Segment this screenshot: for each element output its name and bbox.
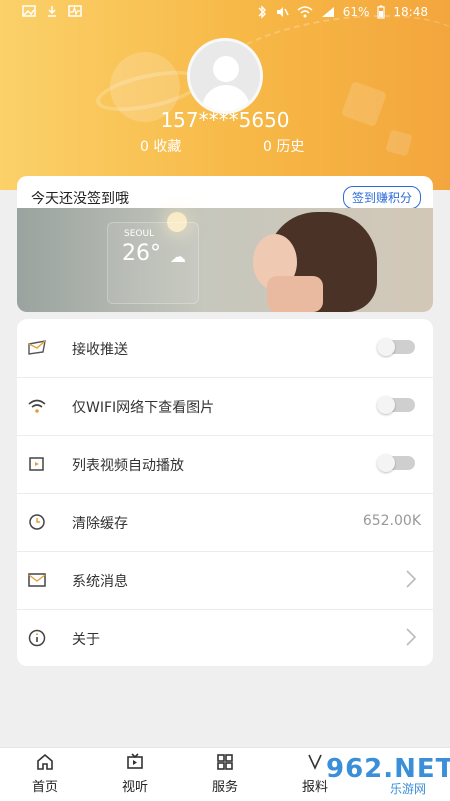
push-toggle[interactable] bbox=[377, 338, 415, 356]
message-icon bbox=[28, 340, 46, 355]
download-icon bbox=[48, 6, 56, 17]
status-left-icons bbox=[22, 5, 82, 17]
user-phone: 157****5650 bbox=[160, 108, 290, 132]
settings-row-autoplay[interactable]: 列表视频自动播放 bbox=[17, 435, 433, 494]
watermark-logo: 962.NET 乐游网 bbox=[302, 752, 450, 798]
earn-points-button[interactable]: 签到赚积分 bbox=[342, 186, 421, 209]
watermark-subtitle: 乐游网 bbox=[390, 782, 427, 796]
settings-row-wifi[interactable]: 仅WIFI网络下查看图片 bbox=[17, 377, 433, 436]
wifi-toggle[interactable] bbox=[377, 396, 415, 414]
tab-label: 服务 bbox=[211, 780, 238, 795]
settings-label: 关于 bbox=[72, 632, 100, 648]
settings-label: 列表视频自动播放 bbox=[72, 458, 184, 474]
weather-city: SEOUL bbox=[124, 229, 155, 239]
mute-icon bbox=[276, 7, 289, 17]
grid-icon bbox=[217, 754, 233, 770]
autoplay-toggle[interactable] bbox=[377, 454, 415, 472]
weather-widget: SEOUL 26° ☁ bbox=[107, 222, 199, 304]
settings-label: 接收推送 bbox=[72, 342, 128, 358]
image-icon bbox=[22, 5, 36, 17]
tab-services[interactable]: 服务 bbox=[190, 752, 260, 795]
home-icon bbox=[37, 753, 53, 770]
settings-label: 系统消息 bbox=[72, 574, 128, 590]
tab-home[interactable]: 首页 bbox=[10, 752, 80, 795]
weather-temp: 26° bbox=[122, 241, 161, 266]
tab-label: 视听 bbox=[121, 780, 148, 795]
decor-box bbox=[385, 129, 413, 157]
avatar-head bbox=[213, 56, 239, 82]
tab-label: 首页 bbox=[31, 780, 58, 795]
signin-title: 今天还没签到哦 bbox=[31, 191, 129, 207]
battery-text: 61% bbox=[342, 5, 370, 19]
clock-text: 18:48 bbox=[393, 5, 428, 19]
woman-neck bbox=[267, 276, 323, 312]
history-stat[interactable]: 0 历史 bbox=[263, 136, 304, 156]
chevron-right-icon bbox=[406, 570, 417, 588]
info-icon bbox=[28, 629, 46, 647]
settings-label: 清除缓存 bbox=[72, 516, 128, 532]
profile-header: 157****5650 0 收藏 0 历史 bbox=[0, 0, 450, 190]
tab-media[interactable]: 视听 bbox=[100, 752, 170, 795]
status-bar: 61% 18:48 bbox=[0, 0, 450, 26]
status-right-icons: 61% 18:48 bbox=[257, 5, 428, 19]
wifi-status-icon bbox=[297, 6, 313, 18]
settings-list: 接收推送 仅WIFI网络下查看图片 列表视频自动播放 清除缓存 652.00K … bbox=[17, 319, 433, 666]
settings-label: 仅WIFI网络下查看图片 bbox=[72, 400, 215, 416]
promo-banner[interactable]: SEOUL 26° ☁ bbox=[17, 208, 433, 312]
mail-icon bbox=[28, 573, 46, 587]
signal-icon bbox=[321, 7, 334, 17]
signin-card: 今天还没签到哦 签到赚积分 SEOUL 26° ☁ bbox=[17, 176, 433, 312]
chevron-right-icon bbox=[406, 628, 417, 646]
video-icon bbox=[29, 457, 44, 471]
watermark-brand: 962.NET bbox=[326, 754, 450, 784]
tv-icon bbox=[127, 753, 143, 769]
avatar[interactable] bbox=[187, 38, 263, 114]
wifi-icon bbox=[28, 399, 46, 413]
cache-icon bbox=[29, 514, 45, 530]
cloud-sun-icon: ☁ bbox=[170, 247, 186, 266]
cache-size: 652.00K bbox=[362, 513, 421, 529]
bluetooth-icon bbox=[258, 5, 266, 19]
pulse-icon bbox=[68, 5, 82, 17]
favorites-stat[interactable]: 0 收藏 bbox=[140, 136, 181, 156]
settings-row-cache[interactable]: 清除缓存 652.00K bbox=[17, 493, 433, 552]
settings-row-messages[interactable]: 系统消息 bbox=[17, 551, 433, 610]
settings-row-about[interactable]: 关于 bbox=[17, 609, 433, 667]
settings-row-push[interactable]: 接收推送 bbox=[17, 319, 433, 378]
battery-icon bbox=[377, 5, 386, 19]
